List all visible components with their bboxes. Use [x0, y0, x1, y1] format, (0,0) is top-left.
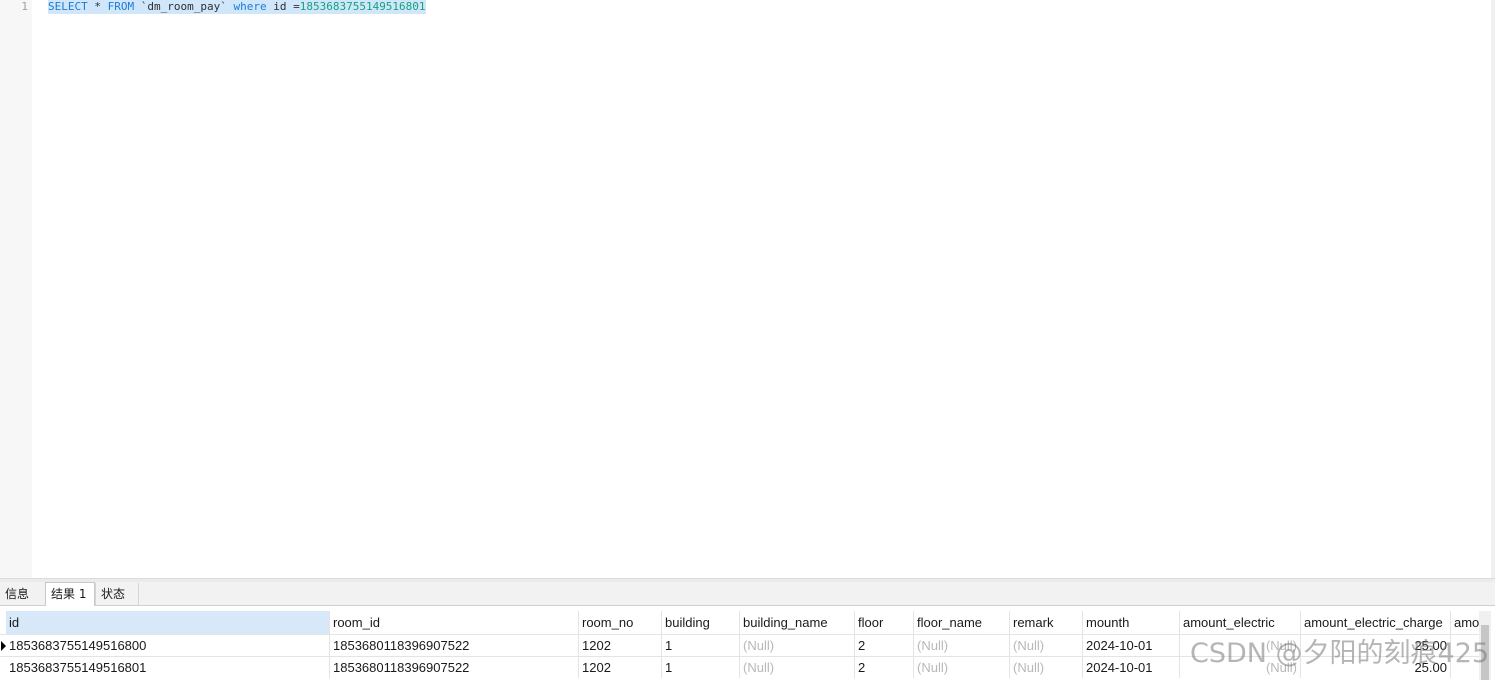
query-star: *: [87, 0, 108, 13]
cell-mounth[interactable]: 2024-10-01: [1083, 657, 1180, 678]
column-header-id[interactable]: id: [6, 611, 330, 634]
cell-room-id[interactable]: 1853680118396907522: [330, 657, 579, 678]
cell-amount-truncated[interactable]: [1451, 657, 1479, 678]
sql-editor[interactable]: 1 SELECT * FROM `dm_room_pay` where id =…: [0, 0, 1495, 578]
column-header-floor-name[interactable]: floor_name: [914, 611, 1010, 634]
query-table: `dm_room_pay`: [134, 0, 234, 13]
cell-remark[interactable]: (Null): [1010, 635, 1083, 656]
cell-room-no[interactable]: 1202: [579, 635, 662, 656]
column-header-amount-truncated[interactable]: amo: [1451, 611, 1479, 634]
line-number: 1: [21, 0, 28, 13]
column-header-building[interactable]: building: [662, 611, 740, 634]
keyword-where: where: [233, 0, 267, 13]
query-condition: id =: [266, 0, 300, 13]
tab-status[interactable]: 状态: [95, 583, 139, 606]
line-number-gutter: 1: [0, 0, 32, 578]
cell-floor-name[interactable]: (Null): [914, 657, 1010, 678]
column-header-amount-electric-charge[interactable]: amount_electric_charge: [1301, 611, 1451, 634]
cell-amount-electric-charge[interactable]: 25.00: [1301, 635, 1451, 656]
column-header-remark[interactable]: remark: [1010, 611, 1083, 634]
table-row[interactable]: 1853683755149516800 1853680118396907522 …: [0, 634, 1491, 656]
cell-id[interactable]: 1853683755149516801: [6, 657, 330, 678]
column-header-room-no[interactable]: room_no: [579, 611, 662, 634]
cell-floor[interactable]: 2: [855, 657, 914, 678]
cell-amount-electric-charge[interactable]: 25.00: [1301, 657, 1451, 678]
cell-building[interactable]: 1: [662, 635, 740, 656]
editor-scrollbar[interactable]: [1491, 0, 1495, 578]
cell-building[interactable]: 1: [662, 657, 740, 678]
table-row[interactable]: 1853683755149516801 1853680118396907522 …: [0, 656, 1491, 678]
keyword-from: FROM: [107, 0, 135, 13]
column-header-amount-electric[interactable]: amount_electric: [1180, 611, 1301, 634]
cell-mounth[interactable]: 2024-10-01: [1083, 635, 1180, 656]
grid-scrollbar-thumb[interactable]: [1481, 625, 1489, 680]
cell-building-name[interactable]: (Null): [740, 635, 855, 656]
cell-room-no[interactable]: 1202: [579, 657, 662, 678]
keyword-select: SELECT: [48, 0, 88, 13]
cell-remark[interactable]: (Null): [1010, 657, 1083, 678]
cell-amount-electric[interactable]: (Null): [1180, 657, 1301, 678]
cell-id[interactable]: 1853683755149516800: [6, 635, 330, 656]
tab-result-1[interactable]: 结果 1: [45, 582, 95, 606]
cell-room-id[interactable]: 1853680118396907522: [330, 635, 579, 656]
result-grid[interactable]: id room_id room_no building building_nam…: [0, 607, 1495, 680]
query-id-value: 1853683755149516801: [299, 0, 426, 13]
sql-query-line[interactable]: SELECT * FROM `dm_room_pay` where id =18…: [48, 0, 426, 14]
grid-scrollbar[interactable]: [1479, 611, 1491, 680]
result-tab-bar: 信息 结果 1 状态: [0, 582, 1495, 606]
tab-info[interactable]: 信息: [0, 583, 44, 606]
cell-building-name[interactable]: (Null): [740, 657, 855, 678]
grid-header-row: id room_id room_no building building_nam…: [0, 611, 1491, 634]
column-header-building-name[interactable]: building_name: [740, 611, 855, 634]
cell-floor[interactable]: 2: [855, 635, 914, 656]
column-header-mounth[interactable]: mounth: [1083, 611, 1180, 634]
cell-amount-truncated[interactable]: [1451, 635, 1479, 656]
column-header-room-id[interactable]: room_id: [330, 611, 579, 634]
cell-floor-name[interactable]: (Null): [914, 635, 1010, 656]
column-header-floor[interactable]: floor: [855, 611, 914, 634]
cell-amount-electric[interactable]: (Null): [1180, 635, 1301, 656]
